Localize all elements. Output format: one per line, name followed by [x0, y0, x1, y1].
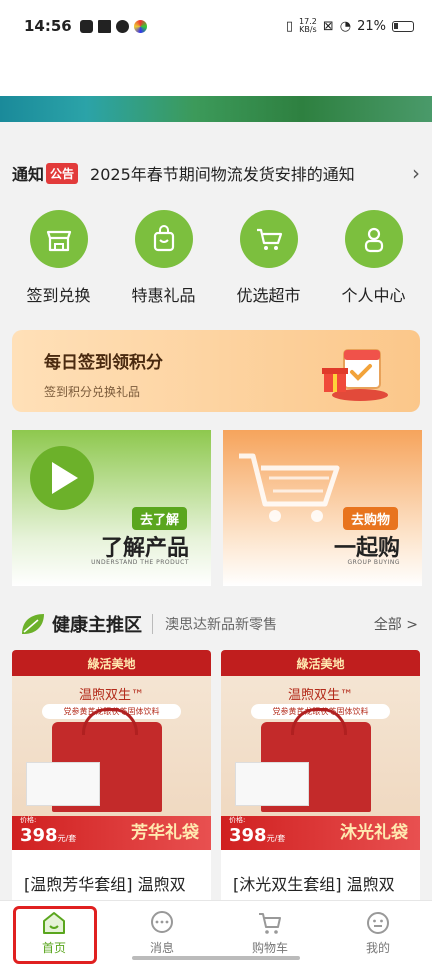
price-label: 价格: [229, 816, 246, 824]
product-image[interactable]: 綠活美地 温煦双生™ 党参黄芪龙眼茯苓固体饮料 价格: 398元/套 沐光礼袋 [221, 650, 420, 850]
section-header: 健康主推区 澳思达新品新零售 全部 > [0, 604, 432, 644]
shortcut-personal-center[interactable]: 个人中心 [324, 210, 424, 306]
tab-label: 消息 [149, 940, 174, 955]
product-title[interactable]: [沐光双生套组] 温煦双 [221, 850, 420, 896]
shortcut-supermarket[interactable]: 优选超市 [219, 210, 319, 306]
message-icon [151, 910, 173, 933]
product-image[interactable]: 綠活美地 温煦双生™ 党参黄芪龙眼茯苓固体饮料 价格: 398元/套 芳华礼袋 [12, 650, 211, 850]
bottom-tab-bar: 首页 消息 购物车 我的 [0, 900, 432, 964]
profile-icon [367, 911, 389, 934]
brand-banner: 綠活美地 [221, 650, 420, 676]
daily-checkin-banner[interactable]: 每日签到领积分 签到积分兑换礼品 [12, 330, 420, 412]
header-area [0, 52, 432, 96]
gift-name: 芳华礼袋 [131, 823, 199, 843]
brand-banner: 綠活美地 [12, 650, 211, 676]
product-title[interactable]: [温煦芳华套组] 温煦双 [12, 850, 211, 896]
no-sim-icon: ⊠ [322, 18, 334, 34]
store-icon [29, 210, 88, 268]
price-unit: 元/套 [57, 834, 77, 843]
shopping-cart-icon [239, 453, 340, 522]
tab-home[interactable]: 首页 [0, 901, 108, 964]
chevron-right-icon[interactable]: › [412, 161, 420, 185]
tab-label: 购物车 [251, 940, 288, 955]
battery-icon [392, 20, 414, 32]
promo-tag: 去了解 [131, 507, 187, 530]
home-icon [43, 911, 65, 934]
tab-label: 我的 [365, 940, 390, 955]
notice-tag: 公告 [46, 162, 79, 184]
product-card[interactable]: 綠活美地 温煦双生™ 党参黄芪龙眼茯苓固体饮料 价格: 398元/套 芳华礼袋 … [12, 650, 211, 910]
tab-cart[interactable]: 购物车 [216, 901, 324, 964]
person-icon [344, 210, 403, 268]
promo-tag: 去购物 [342, 507, 398, 530]
gift-name: 沐光礼袋 [340, 823, 408, 843]
shortcut-special-gifts[interactable]: 特惠礼品 [114, 210, 214, 306]
tab-label: 首页 [41, 940, 66, 955]
play-icon [30, 446, 94, 510]
promo-group-buying[interactable]: 去购物 一起购 GROUP BUYING [223, 430, 422, 586]
section-title: 健康主推区 [52, 615, 142, 636]
view-all-link[interactable]: 全部 > [374, 614, 418, 634]
product-name: 温煦双生™ [78, 688, 144, 703]
shortcut-row: 签到兑换 特惠礼品 优选超市 个人中心 [0, 210, 432, 306]
notice-text[interactable]: 2025年春节期间物流发货安排的通知 [90, 161, 355, 185]
app-notification-icon [79, 19, 93, 33]
promo-subtitle: GROUP BUYING [347, 559, 400, 566]
tab-messages[interactable]: 消息 [108, 901, 216, 964]
gift-bag-icon [134, 210, 193, 268]
shortcut-checkin-exchange[interactable]: 签到兑换 [9, 210, 109, 306]
wifi-icon: ◔ [339, 18, 352, 34]
promo-title: 一起购 [333, 536, 400, 561]
leaf-icon [22, 614, 44, 634]
promo-title: 了解产品 [100, 536, 189, 561]
product-pack-image [26, 762, 100, 806]
speed-unit: KB/s [299, 25, 317, 34]
calendar-gift-icon [322, 349, 388, 401]
notification-icons [79, 19, 147, 33]
vibrate-icon: ▯ [285, 18, 294, 34]
promo-understand-product[interactable]: 去了解 了解产品 UNDERSTAND THE PRODUCT [12, 430, 211, 586]
product-pack-image [235, 762, 309, 806]
cart-icon [239, 210, 298, 268]
price-unit: 元/套 [266, 834, 286, 843]
notice-label: 通知 [12, 165, 45, 184]
network-speed: 17.2 KB/s [299, 18, 317, 34]
product-list: 綠活美地 温煦双生™ 党参黄芪龙眼茯苓固体饮料 价格: 398元/套 芳华礼袋 … [12, 650, 420, 910]
status-bar: 14:56 ▯ 17.2 KB/s ⊠ ◔ 21% [0, 0, 432, 52]
shortcut-label: 特惠礼品 [131, 286, 196, 305]
price-value: 398 [229, 825, 267, 846]
battery-percent: 21% [357, 18, 386, 34]
gesture-bar [132, 956, 300, 960]
status-time: 14:56 [24, 17, 72, 35]
banner-image[interactable] [0, 96, 432, 122]
tab-profile[interactable]: 我的 [324, 901, 432, 964]
shortcut-label: 个人中心 [341, 286, 406, 305]
shortcut-label: 签到兑换 [26, 286, 91, 305]
notice-bar[interactable]: 通知 公告 2025年春节期间物流发货安排的通知 › [12, 148, 420, 198]
price-value: 398 [20, 825, 58, 846]
product-card[interactable]: 綠活美地 温煦双生™ 党参黄芪龙眼茯苓固体饮料 价格: 398元/套 沐光礼袋 … [221, 650, 420, 910]
crown-icon [97, 19, 111, 33]
shortcut-label: 优选超市 [236, 286, 301, 305]
price-block: 价格: 398元/套 [229, 815, 285, 846]
price-label: 价格: [20, 816, 37, 824]
cart-icon [259, 912, 281, 934]
price-block: 价格: 398元/套 [20, 815, 76, 846]
product-name: 温煦双生™ [287, 688, 353, 703]
app-notification-icon [115, 19, 129, 33]
section-subtitle: 澳思达新品新零售 [152, 614, 277, 634]
colorful-app-icon [133, 19, 147, 33]
promo-subtitle: UNDERSTAND THE PRODUCT [91, 559, 189, 566]
